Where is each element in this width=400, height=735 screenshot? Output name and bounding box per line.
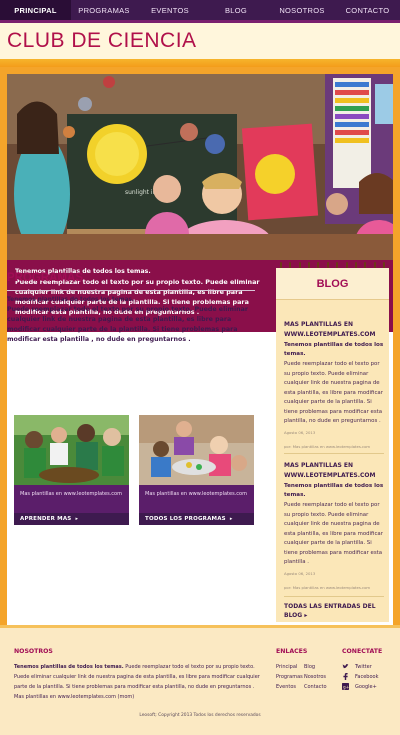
nav-item-programas[interactable]: PROGRAMAS	[71, 0, 137, 20]
twitter-link[interactable]: Twitter	[342, 663, 372, 670]
facebook-link[interactable]: Facebook	[342, 673, 379, 680]
blog-post-2-meta: por: Mas plantillas en www.leotemplates.…	[284, 584, 371, 590]
nav-item-principal[interactable]: PRINCIPAL	[0, 0, 71, 20]
blog-post-1-date: Agosto 06, 2013	[284, 429, 316, 435]
blog-post-2-title[interactable]: MAS PLANTILLAS EN WWW.LEOTEMPLATES.COM	[284, 461, 384, 481]
programas-subtitle: Tenemos plantillas de todos los temas.	[7, 297, 135, 303]
google-plus-icon: g+	[342, 683, 349, 690]
header-strip	[0, 59, 400, 67]
blog-divider	[284, 596, 384, 597]
blog-post-1-subtitle: Tenemos plantillas de todos los temas.	[284, 342, 384, 357]
blog-post-1-meta: por: Mas plantillas en www.leotemplates.…	[284, 443, 371, 449]
copyright: Leosoft; Copyright 2013 Todos los derech…	[139, 713, 261, 718]
svg-text:sunlight in: sunlight in	[125, 189, 157, 196]
blog-post-2-body: Puede reemplazar todo el texto por su pr…	[284, 502, 383, 565]
programas-body: Puede reemplazar todo el texto por su pr…	[7, 306, 248, 343]
footer-link-programas[interactable]: Programas	[276, 674, 303, 680]
header: CLUB DE CIENCIA	[0, 23, 400, 59]
program-card-1: Mas plantillas en www.leotemplates.com A…	[14, 415, 129, 525]
footer-link-principal[interactable]: Principal	[276, 664, 297, 670]
programas-section: PROGRAMAS Tenemos plantillas de todos lo…	[7, 272, 262, 345]
twitter-icon	[342, 664, 349, 669]
blog-post-1-title[interactable]: MAS PLANTILLAS EN WWW.LEOTEMPLATES.COM	[284, 320, 384, 340]
nav-item-blog[interactable]: BLOG	[203, 0, 269, 20]
blog-sidebar: BLOG MAS PLANTILLAS EN WWW.LEOTEMPLATES.…	[276, 262, 389, 622]
arrow-right-icon: ▸	[75, 516, 79, 522]
blog-post-1: MAS PLANTILLAS EN WWW.LEOTEMPLATES.COM T…	[284, 320, 384, 449]
top-nav: PRINCIPAL PROGRAMAS EVENTOS BLOG NOSOTRO…	[0, 0, 400, 20]
blog-title: BLOG	[276, 268, 389, 300]
aprender-mas-label: APRENDER MAS	[20, 516, 72, 522]
programas-divider	[7, 290, 255, 291]
twitter-label: Twitter	[355, 663, 372, 670]
google-plus-label: Google+	[355, 683, 377, 690]
blog-post-1-body: Puede reemplazar todo el texto por su pr…	[284, 361, 383, 424]
nav-item-eventos[interactable]: EVENTOS	[137, 0, 203, 20]
facebook-label: Facebook	[355, 673, 379, 680]
blog-post-2: MAS PLANTILLAS EN WWW.LEOTEMPLATES.COM T…	[284, 461, 384, 590]
footer-nosotros-title: NOSOTROS	[14, 648, 53, 655]
nav-item-contacto[interactable]: CONTACTO	[335, 0, 400, 20]
program-card-1-image	[14, 415, 129, 485]
footer-nosotros-bold: Tenemos plantillas de todos los temas.	[14, 664, 124, 670]
all-blog-entries-link[interactable]: TODAS LAS ENTRADAS DEL BLOG ▸	[284, 602, 384, 620]
nav-item-nosotros[interactable]: NOSOTROS	[269, 0, 335, 20]
footer-enlaces-title: ENLACES	[276, 648, 308, 655]
blog-post-2-date: Agosto 06, 2013	[284, 570, 316, 576]
hero-image: sunlight in	[7, 74, 393, 260]
todos-los-programas-link[interactable]: TODOS LOS PROGRAMAS ▸	[139, 513, 254, 525]
footer-link-eventos[interactable]: Eventos	[276, 684, 296, 690]
program-card-2-image	[139, 415, 254, 485]
site-title[interactable]: CLUB DE CIENCIA	[7, 29, 197, 53]
program-card-2-meta: Mas plantillas en www.leotemplates.com	[139, 485, 254, 513]
facebook-icon	[343, 673, 348, 680]
aprender-mas-link[interactable]: APRENDER MAS ▸	[14, 513, 129, 525]
blog-divider	[284, 453, 384, 454]
footer-link-contacto[interactable]: Contacto	[304, 684, 327, 690]
todos-los-programas-label: TODOS LOS PROGRAMAS	[145, 516, 226, 522]
program-card-1-meta: Mas plantillas en www.leotemplates.com	[14, 485, 129, 513]
arrow-right-icon: ▸	[304, 612, 308, 619]
footer: NOSOTROS Tenemos plantillas de todos los…	[0, 625, 400, 735]
google-plus-link[interactable]: g+ Google+	[342, 683, 377, 690]
arrow-right-icon: ▸	[229, 516, 233, 522]
footer-nosotros-text: Tenemos plantillas de todos los temas. P…	[14, 662, 264, 702]
footer-link-nosotros[interactable]: Nosotros	[304, 674, 326, 680]
footer-conectate-title: CONECTATE	[342, 648, 383, 655]
programas-title: PROGRAMAS	[7, 272, 84, 284]
blog-post-2-subtitle: Tenemos plantillas de todos los temas.	[284, 483, 384, 498]
footer-link-blog[interactable]: Blog	[304, 664, 315, 670]
svg-text:g+: g+	[343, 684, 349, 689]
program-card-2: Mas plantillas en www.leotemplates.com T…	[139, 415, 254, 525]
all-blog-entries-label: TODAS LAS ENTRADAS DEL BLOG	[284, 603, 376, 619]
